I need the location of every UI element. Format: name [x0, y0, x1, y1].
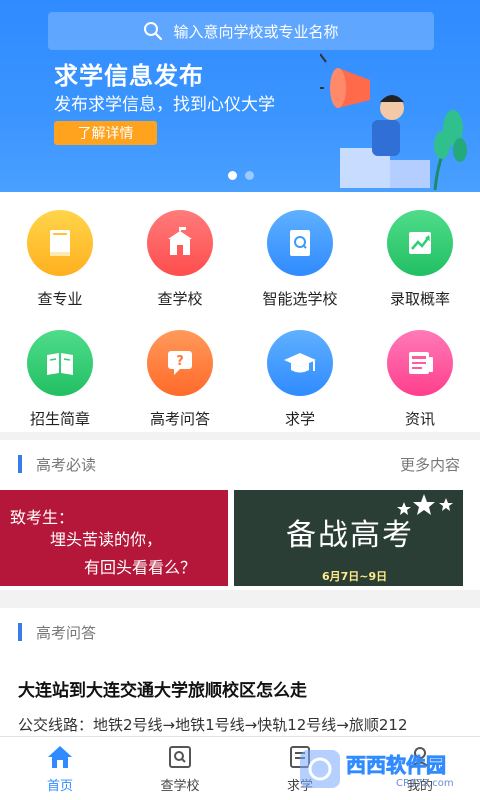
qa-item[interactable]: 大连站到大连交通大学旅顺校区怎么走 公交线路：地铁2号线→地铁1号线→快轨12号… [0, 656, 480, 736]
section-title: 高考必读 [36, 455, 97, 474]
svg-text:?: ? [176, 354, 184, 369]
section-title: 高考问答 [36, 623, 97, 642]
qa-question: 大连站到大连交通大学旅顺校区怎么走 [18, 681, 307, 701]
category-grid: 查专业 查学校 智能选学校 录取概率 招生简章 ? 高考问答 求学 资讯 [0, 192, 480, 432]
card-text-line: 有回头看看么？ [84, 558, 197, 577]
banner-headline: 求学信息发布 [54, 62, 204, 90]
grid-item-major[interactable]: 查专业 [0, 192, 120, 312]
qa-answer: 公交线路：地铁2号线→地铁1号线→快轨12号线→旅顺212 [18, 716, 408, 734]
grid-label: 求学 [284, 410, 315, 428]
grid-label: 智能选学校 [262, 290, 338, 308]
learn-more-button[interactable]: 了解详情 [54, 121, 157, 145]
open-book-icon [27, 330, 93, 396]
hero-banner[interactable]: 输入意向学校或专业名称 求学信息发布 发布求学信息，找到心仪大学 了解详情 [0, 0, 480, 192]
article-card-to-students[interactable]: 致考生： 埋头苦读的你， 有回头看看么？ [0, 490, 228, 586]
tab-school[interactable]: 查学校 [120, 737, 240, 800]
article-cards: 致考生： 埋头苦读的你， 有回头看看么？ 备战高考 6月7日~9日 [0, 488, 480, 590]
section-accent-bar [18, 623, 22, 641]
trend-chart-icon [387, 210, 453, 276]
card-text-line: 致考生： [10, 508, 75, 527]
watermark-text-url: CR173.com [396, 778, 454, 789]
news-icon [387, 330, 453, 396]
grid-label: 查专业 [37, 290, 83, 308]
school-building-icon [147, 210, 213, 276]
search-bar[interactable]: 输入意向学校或专业名称 [48, 12, 434, 50]
grid-label: 查学校 [157, 290, 203, 308]
tab-home[interactable]: 首页 [0, 737, 120, 800]
megaphone-person-illustration [320, 53, 467, 190]
grid-item-smart-select[interactable]: 智能选学校 [240, 192, 360, 312]
section-accent-bar [18, 455, 22, 473]
watermark-text-main: 西西软件园 [346, 753, 446, 777]
grid-item-news[interactable]: 资讯 [360, 312, 480, 432]
search-placeholder: 输入意向学校或专业名称 [173, 22, 339, 41]
card-title: 备战高考 [286, 518, 414, 553]
watermark-logo: 西西软件园 CR173.com [300, 750, 454, 789]
grid-item-study[interactable]: 求学 [240, 312, 360, 432]
app-screen: 输入意向学校或专业名称 求学信息发布 发布求学信息，找到心仪大学 了解详情 查专… [0, 0, 480, 800]
grid-item-school[interactable]: 查学校 [120, 192, 240, 312]
carousel-dot-1[interactable] [228, 171, 237, 180]
grid-label: 资讯 [404, 410, 435, 428]
book-icon [27, 210, 93, 276]
question-bubble-icon: ? [147, 330, 213, 396]
carousel-dots[interactable] [228, 171, 254, 180]
search-icon [143, 21, 163, 41]
carousel-dot-2[interactable] [245, 171, 254, 180]
tab-label: 查学校 [160, 779, 200, 794]
card-date: 6月7日~9日 [322, 570, 388, 583]
grid-item-qa[interactable]: ? 高考问答 [120, 312, 240, 432]
article-card-prepare-exam[interactable]: 备战高考 6月7日~9日 [234, 490, 463, 586]
grid-item-enrollment-guide[interactable]: 招生简章 [0, 312, 120, 432]
section-header-must-read: 高考必读 更多内容 [0, 440, 480, 488]
tab-label: 首页 [46, 779, 73, 794]
banner-subtitle: 发布求学信息，找到心仪大学 [54, 95, 275, 115]
grid-label: 录取概率 [389, 290, 450, 308]
section-header-qa: 高考问答 [0, 608, 480, 656]
grid-item-admission-rate[interactable]: 录取概率 [360, 192, 480, 312]
more-content-link[interactable]: 更多内容 [400, 454, 460, 475]
home-icon [46, 743, 74, 771]
grid-label: 高考问答 [149, 410, 210, 428]
search-book-icon [267, 210, 333, 276]
grid-label: 招生简章 [29, 410, 90, 428]
graduation-cap-icon [267, 330, 333, 396]
card-text-line: 埋头苦读的你， [50, 530, 163, 549]
search-school-icon [166, 743, 194, 771]
